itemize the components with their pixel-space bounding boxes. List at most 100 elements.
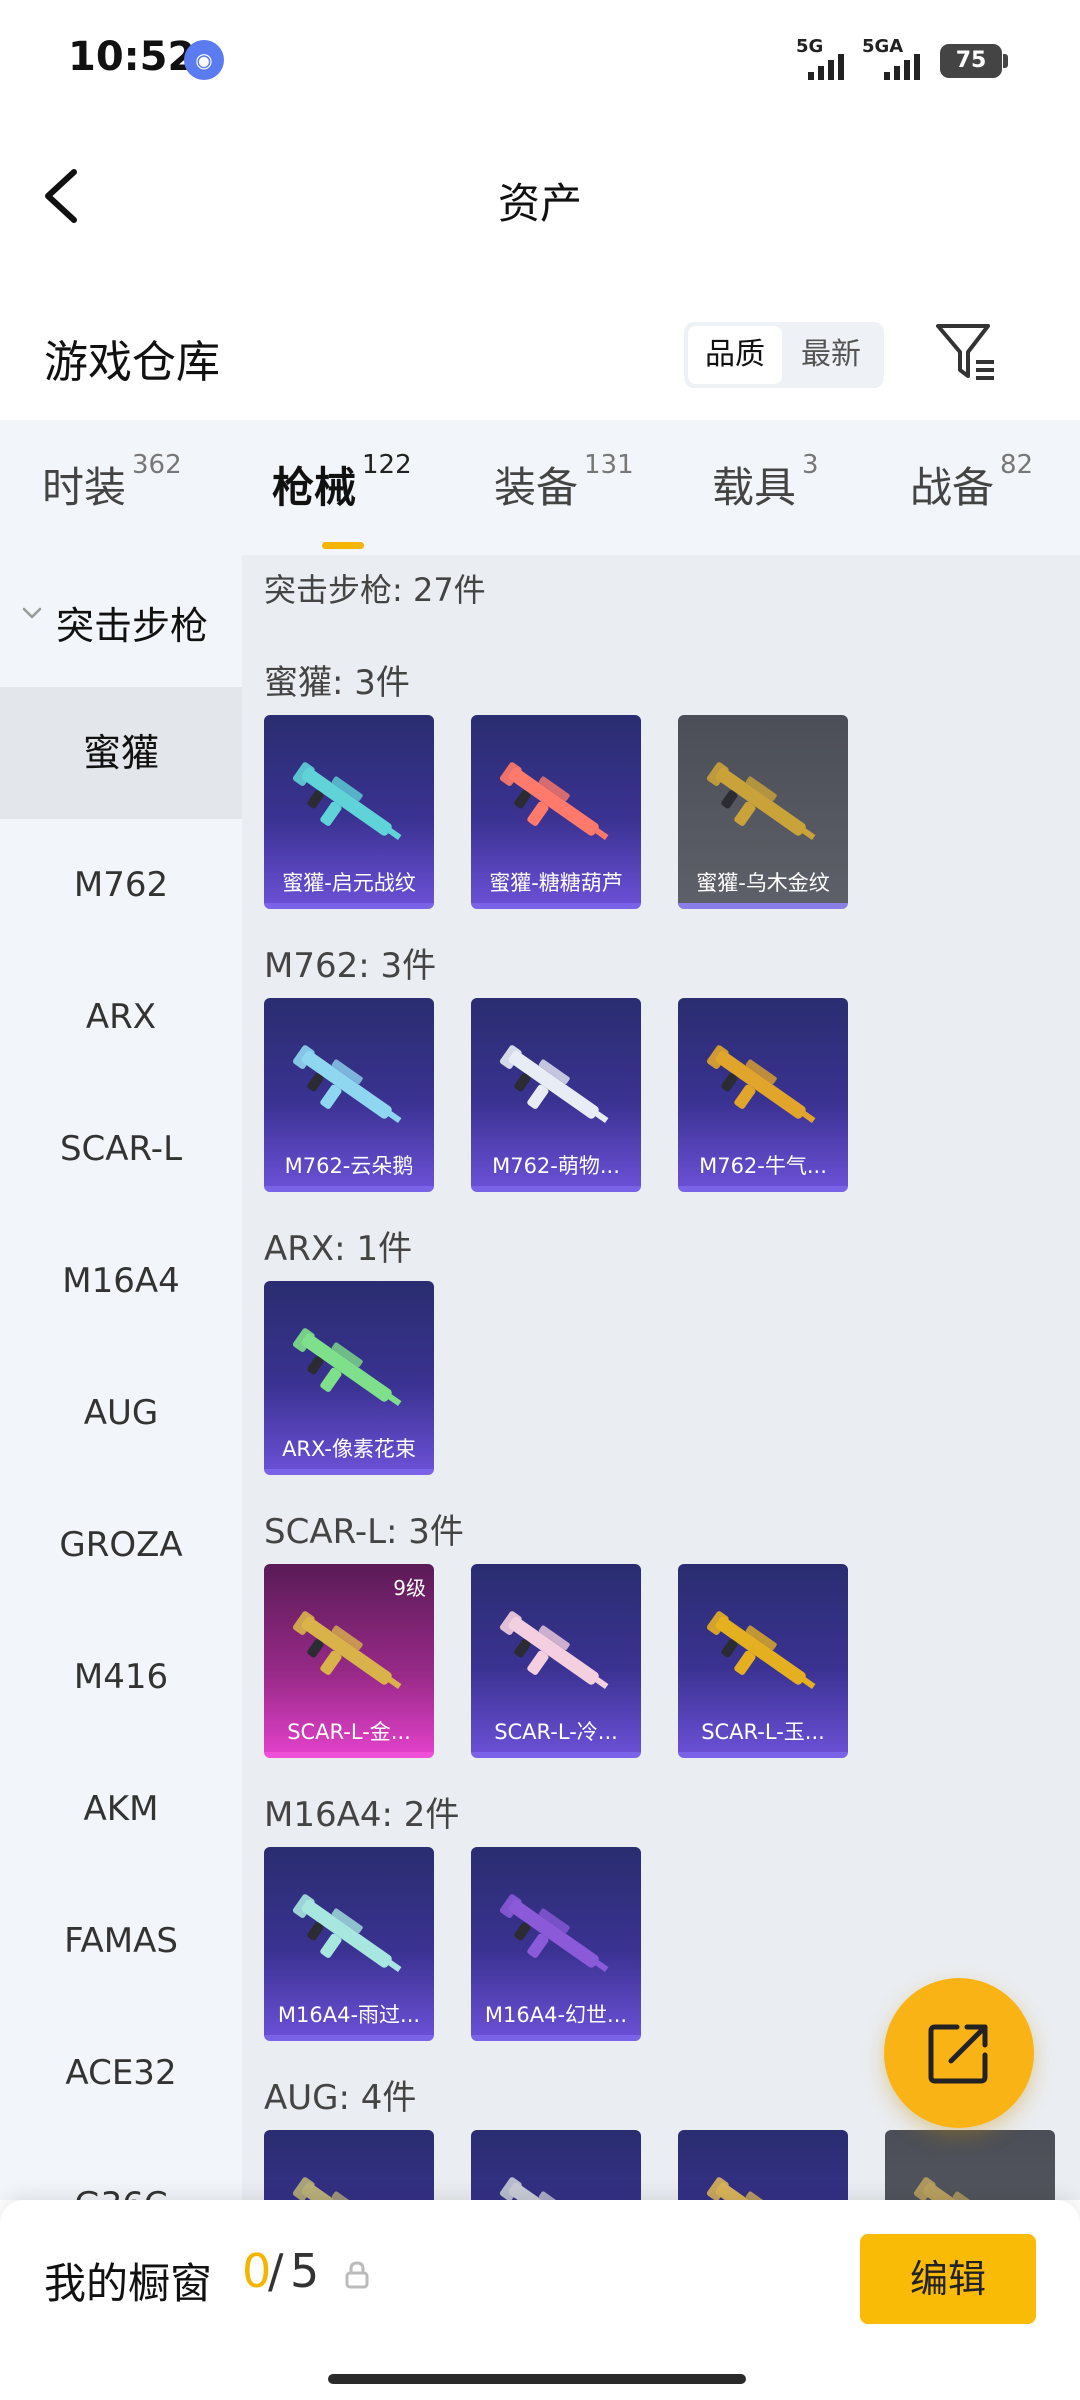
tab-label: 时装: [42, 463, 127, 512]
skin-name: 蜜獾-启元战纹: [282, 871, 416, 895]
group-title: SCAR-L: 3件: [264, 1512, 464, 1552]
weapon-skin-card[interactable]: M16A4-幻世...: [471, 1847, 641, 2041]
sort-quality-button[interactable]: 品质: [688, 326, 782, 384]
weapon-type-sidebar: 突击步枪 蜜獾 M762 ARX SCAR-L M16A4 AUG GROZA …: [0, 555, 242, 2200]
skin-name: M762-萌物...: [492, 1154, 620, 1178]
showcase-label: 我的橱窗: [44, 2259, 213, 2308]
sidebar-item-ace32[interactable]: ACE32: [0, 2007, 242, 2139]
showcase-current-count: 0: [242, 2244, 272, 2298]
rifle-icon: [706, 1045, 816, 1124]
weapon-skin-card[interactable]: M762-云朵鹅: [264, 998, 434, 1192]
tab-label: 战备: [910, 463, 995, 512]
rifle-icon: [499, 2177, 599, 2200]
rifle-icon: [499, 1611, 609, 1690]
warehouse-header: 游戏仓库 品质 最新: [0, 290, 1080, 420]
sidebar-group-label: 突击步枪: [56, 604, 209, 648]
showcase-max-count: 5: [290, 2244, 320, 2298]
tab-label: 载具: [712, 463, 797, 512]
tab-supplies[interactable]: 战备 82: [910, 450, 1033, 544]
share-fab[interactable]: [884, 1978, 1034, 2128]
sidebar-item-aug[interactable]: AUG: [0, 1347, 242, 1479]
rifle-icon: [292, 2177, 392, 2200]
weapon-skin-card[interactable]: SCAR-L-玉...: [678, 1564, 848, 1758]
rifle-icon: [499, 762, 609, 841]
status-time: 10:52: [68, 34, 196, 80]
weapon-skin-card[interactable]: ARX-像素花束: [264, 1281, 434, 1475]
rifle-icon: [499, 1045, 609, 1124]
group-title: M16A4: 2件: [264, 1795, 460, 1835]
weapon-skin-card[interactable]: 蜜獾-乌木金纹: [678, 715, 848, 909]
filter-button[interactable]: [932, 316, 998, 386]
sidebar-item-akm[interactable]: AKM: [0, 1743, 242, 1875]
tab-label: 装备: [494, 463, 579, 512]
status-bar: 10:52 ◉ 5G 5GA 75: [0, 0, 1080, 120]
sidebar-item-m416[interactable]: M416: [0, 1611, 242, 1743]
signal-5ga-icon: 5GA: [862, 36, 932, 80]
warehouse-title: 游戏仓库: [44, 337, 220, 388]
weapon-skin-card[interactable]: [678, 2130, 848, 2200]
sidebar-item-honey-badger[interactable]: 蜜獾: [0, 687, 242, 819]
skin-name: 蜜獾-糖糖葫芦: [489, 871, 623, 895]
tab-fashion[interactable]: 时装 362: [42, 450, 182, 544]
active-tab-indicator: [322, 542, 364, 549]
rifle-icon: [706, 1611, 816, 1690]
weapon-skin-card[interactable]: M762-牛气...: [678, 998, 848, 1192]
skin-name: M16A4-雨过...: [277, 2003, 421, 2027]
tab-count: 82: [1000, 450, 1034, 480]
sort-newest-button[interactable]: 最新: [784, 326, 878, 384]
tab-vehicles[interactable]: 载具 3: [712, 450, 819, 544]
sidebar-item-g36c[interactable]: G36C: [0, 2139, 242, 2200]
weapon-skin-card[interactable]: 蜜獾-糖糖葫芦: [471, 715, 641, 909]
showcase-separator: /: [268, 2244, 284, 2298]
weapon-skin-card[interactable]: [885, 2130, 1055, 2200]
rifle-icon: [706, 762, 816, 841]
signal-5g-icon: 5G: [796, 36, 846, 80]
lock-icon: [345, 2261, 369, 2289]
share-icon: [928, 2024, 988, 2084]
rifle-icon: [706, 2177, 806, 2200]
weapon-skin-card[interactable]: M762-萌物...: [471, 998, 641, 1192]
sidebar-item-groza[interactable]: GROZA: [0, 1479, 242, 1611]
weapon-skin-card[interactable]: 9级 SCAR-L-金...: [264, 1564, 434, 1758]
rifle-icon: [292, 762, 402, 841]
tab-label: 枪械: [272, 463, 357, 512]
skin-level-badge: 9级: [393, 1576, 426, 1600]
sidebar-item-m16a4[interactable]: M16A4: [0, 1215, 242, 1347]
rifle-icon: [913, 2177, 1013, 2200]
group-title: ARX: 1件: [264, 1229, 413, 1269]
category-tabs: 时装 362 枪械 122 装备 131 载具 3 战备 82: [0, 420, 1080, 555]
weapon-skin-card[interactable]: [264, 2130, 434, 2200]
weapon-skin-card[interactable]: 蜜獾-启元战纹: [264, 715, 434, 909]
skin-name: M762-云朵鹅: [284, 1154, 414, 1178]
weapon-list: 突击步枪: 27件 蜜獾: 3件 蜜獾-启元战纹 蜜獾-糖糖葫芦 蜜獾-乌木金纹 M76…: [242, 555, 1080, 2200]
edit-button[interactable]: 编辑: [860, 2234, 1036, 2324]
weapon-skin-card[interactable]: SCAR-L-冷...: [471, 1564, 641, 1758]
rifle-icon: [292, 1894, 402, 1973]
sidebar-item-m762[interactable]: M762: [0, 819, 242, 951]
tab-equipment[interactable]: 装备 131: [494, 450, 634, 544]
group-title: M762: 3件: [264, 946, 437, 986]
sort-toggle: 品质 最新: [684, 322, 884, 388]
battery-icon: 75: [940, 44, 1008, 78]
rifle-icon: [499, 1894, 609, 1973]
tab-count: 131: [584, 450, 634, 480]
weapon-skin-card[interactable]: M16A4-雨过...: [264, 1847, 434, 2041]
rifle-icon: [292, 1328, 402, 1407]
group-title: AUG: 4件: [264, 2078, 417, 2118]
skin-name: SCAR-L-金...: [287, 1720, 411, 1744]
sidebar-item-scar-l[interactable]: SCAR-L: [0, 1083, 242, 1215]
tab-count: 122: [362, 450, 412, 480]
rifle-icon: [292, 1611, 402, 1690]
sidebar-group-assault-rifle[interactable]: 突击步枪: [0, 555, 242, 687]
page-title: 资产: [497, 179, 582, 228]
app-screen: 10:52 ◉ 5G 5GA 75 资产 游戏仓库 品质 最新 时装 362 枪…: [0, 0, 1080, 2400]
tab-weapons[interactable]: 枪械 122: [272, 450, 412, 549]
filter-icon: [936, 324, 994, 380]
skin-name: 蜜獾-乌木金纹: [696, 871, 830, 895]
sidebar-item-arx[interactable]: ARX: [0, 951, 242, 1083]
notification-app-icon: ◉: [184, 40, 224, 80]
showcase-bar: 我的橱窗 0 / 5 编辑: [0, 2200, 1080, 2400]
sidebar-item-famas[interactable]: FAMAS: [0, 1875, 242, 2007]
weapon-skin-card[interactable]: [471, 2130, 641, 2200]
category-count-title: 突击步枪: 27件: [264, 571, 486, 609]
